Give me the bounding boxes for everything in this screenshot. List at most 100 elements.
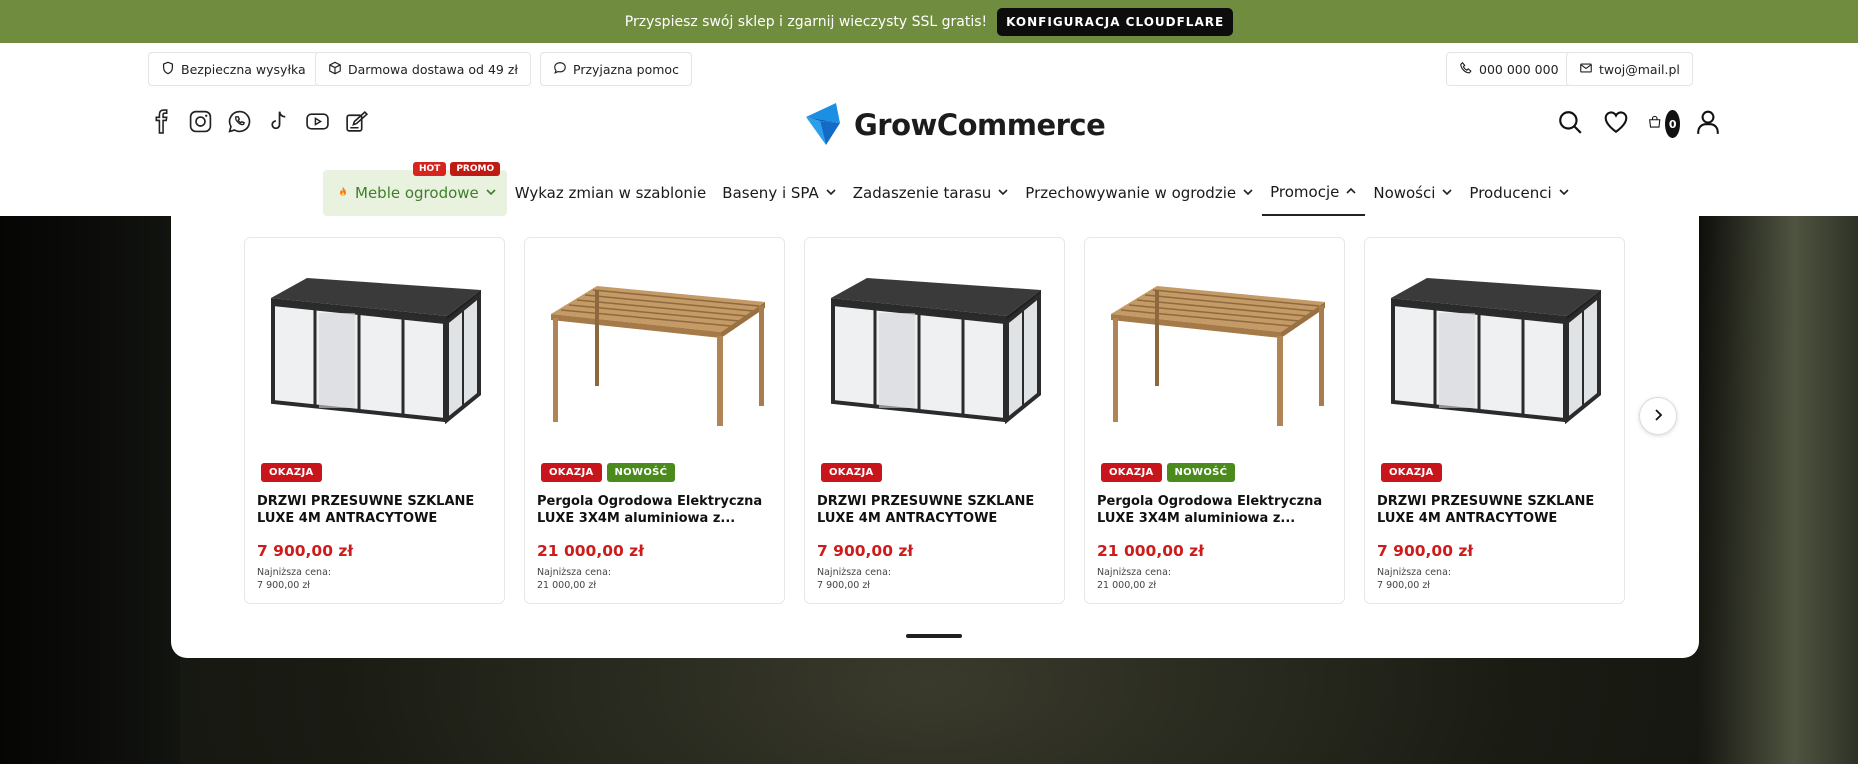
instagram-icon[interactable] — [187, 108, 213, 134]
phone-link[interactable]: 000 000 000 — [1446, 52, 1572, 86]
nav-label-przechowywanie: Przechowywanie w ogrodzie — [1025, 184, 1237, 202]
shield-icon — [161, 61, 175, 78]
secure-shipping-label: Bezpieczna wysyłka — [181, 61, 306, 77]
cloudflare-config-button[interactable]: KONFIGURACJA CLOUDFLARE — [997, 7, 1234, 36]
product-card[interactable]: OKAZJA NOWOŚĆ Pergola Ogrodowa Elektrycz… — [1084, 237, 1345, 604]
nowosc-badge: NOWOŚĆ — [1166, 463, 1236, 482]
email-address: twoj@mail.pl — [1599, 61, 1680, 77]
tiktok-icon[interactable] — [265, 108, 291, 134]
lowest-price-value: 7 900,00 zł — [1377, 580, 1431, 591]
product-image-glass-enclosure[interactable] — [1379, 268, 1611, 428]
nav-item-przechowywanie[interactable]: Przechowywanie w ogrodzie — [1017, 170, 1262, 216]
carousel-pagination-indicator[interactable] — [906, 634, 962, 638]
lowest-price-value: 7 900,00 zł — [257, 580, 311, 591]
nav-label-nowosci: Nowości — [1373, 184, 1436, 202]
chevron-down-icon — [1558, 184, 1570, 202]
nav-label-zadaszenie-tarasu: Zadaszenie tarasu — [852, 184, 992, 202]
lowest-price-label: Najniższa cena: — [817, 567, 892, 578]
nowosc-badge: NOWOŚĆ — [606, 463, 676, 482]
chevron-right-icon — [1651, 407, 1665, 426]
okazja-badge: OKAZJA — [1381, 463, 1442, 482]
secure-shipping-badge: Bezpieczna wysyłka — [148, 52, 319, 86]
nav-item-zadaszenie-tarasu[interactable]: Zadaszenie tarasu — [845, 170, 1018, 216]
nav-item-meble-ogrodowe[interactable]: HOT PROMO Meble ogrodowe — [323, 162, 507, 216]
whatsapp-icon[interactable] — [226, 108, 252, 134]
wishlist-heart-icon[interactable] — [1602, 108, 1630, 136]
phone-icon — [1459, 61, 1473, 78]
product-title[interactable]: Pergola Ogrodowa Elektryczna LUXE 3X4M a… — [1097, 493, 1337, 527]
promo-text: Przyspiesz swój sklep i zgarnij wieczyst… — [624, 13, 988, 30]
okazja-badge: OKAZJA — [261, 463, 322, 482]
chat-bubble-icon — [553, 61, 567, 78]
product-lowest-price: Najniższa cena: 7 900,00 zł — [817, 566, 891, 592]
nav-item-nowosci[interactable]: Nowości — [1365, 170, 1461, 216]
product-lowest-price: Najniższa cena: 21 000,00 zł — [1097, 566, 1171, 592]
header-actions: 0 — [1556, 108, 1722, 138]
lowest-price-label: Najniższa cena: — [257, 567, 332, 578]
facebook-icon[interactable] — [148, 108, 174, 134]
product-image-wood-pergola[interactable] — [1099, 268, 1331, 428]
lowest-price-label: Najniższa cena: — [537, 567, 612, 578]
nav-item-producenci[interactable]: Producenci — [1461, 170, 1577, 216]
cart-icon[interactable]: 0 — [1648, 108, 1680, 138]
product-title[interactable]: DRZWI PRZESUWNE SZKLANE LUXE 4M ANTRACYT… — [257, 493, 497, 527]
chevron-down-icon — [1242, 184, 1254, 202]
blog-icon[interactable] — [343, 108, 369, 134]
chevron-down-icon — [485, 184, 497, 202]
product-price: 21 000,00 zł — [537, 542, 644, 560]
product-image-glass-enclosure[interactable] — [819, 268, 1051, 428]
product-price: 21 000,00 zł — [1097, 542, 1204, 560]
product-lowest-price: Najniższa cena: 21 000,00 zł — [537, 566, 611, 592]
nav-label-producenci: Producenci — [1469, 184, 1552, 202]
promo-badge: PROMO — [450, 162, 501, 176]
site-logo[interactable]: GrowCommerce — [800, 101, 1106, 149]
okazja-badge: OKAZJA — [821, 463, 882, 482]
promo-bar: Przyspiesz swój sklep i zgarnij wieczyst… — [0, 0, 1858, 43]
friendly-help-badge: Przyjazna pomoc — [540, 52, 692, 86]
carousel-next-button[interactable] — [1639, 397, 1677, 435]
product-title[interactable]: DRZWI PRZESUWNE SZKLANE LUXE 4M ANTRACYT… — [1377, 493, 1617, 527]
product-card[interactable]: OKAZJA NOWOŚĆ Pergola Ogrodowa Elektrycz… — [524, 237, 785, 604]
nav-label-baseny-spa: Baseny i SPA — [722, 184, 819, 202]
account-user-icon[interactable] — [1694, 108, 1722, 136]
product-badges: OKAZJA NOWOŚĆ — [541, 463, 676, 482]
chevron-down-icon — [825, 184, 837, 202]
phone-number: 000 000 000 — [1479, 61, 1559, 77]
free-delivery-badge: Darmowa dostawa od 49 zł — [315, 52, 531, 86]
chevron-up-icon — [1345, 183, 1357, 201]
hot-badge: HOT — [413, 162, 447, 176]
hero-left-shade — [0, 216, 180, 764]
youtube-icon[interactable] — [304, 108, 330, 134]
main-navigation: HOT PROMO Meble ogrodowe Wykaz zmian w s… — [323, 162, 1578, 216]
flame-icon — [337, 184, 349, 202]
product-lowest-price: Najniższa cena: 7 900,00 zł — [1377, 566, 1451, 592]
okazja-badge: OKAZJA — [541, 463, 602, 482]
social-links — [148, 108, 369, 134]
product-price: 7 900,00 zł — [1377, 542, 1474, 560]
promocje-dropdown-panel: OKAZJA DRZWI PRZESUWNE SZKLANE LUXE 4M A… — [171, 216, 1699, 658]
product-price: 7 900,00 zł — [257, 542, 354, 560]
product-badges: OKAZJA NOWOŚĆ — [1101, 463, 1236, 482]
okazja-badge: OKAZJA — [1101, 463, 1162, 482]
product-badges: OKAZJA — [1381, 463, 1442, 482]
product-title[interactable]: Pergola Ogrodowa Elektryczna LUXE 3X4M a… — [537, 493, 777, 527]
nav-item-promocje[interactable]: Promocje — [1262, 170, 1366, 216]
product-price: 7 900,00 zł — [817, 542, 914, 560]
product-badges: OKAZJA — [261, 463, 322, 482]
search-icon[interactable] — [1556, 108, 1584, 136]
product-card[interactable]: OKAZJA DRZWI PRZESUWNE SZKLANE LUXE 4M A… — [804, 237, 1065, 604]
nav-item-baseny-spa[interactable]: Baseny i SPA — [714, 170, 844, 216]
product-card[interactable]: OKAZJA DRZWI PRZESUWNE SZKLANE LUXE 4M A… — [1364, 237, 1625, 604]
lowest-price-label: Najniższa cena: — [1097, 567, 1172, 578]
nav-item-wykaz-zmian[interactable]: Wykaz zmian w szablonie — [507, 170, 715, 216]
product-image-wood-pergola[interactable] — [539, 268, 771, 428]
email-link[interactable]: twoj@mail.pl — [1566, 52, 1693, 86]
lowest-price-value: 7 900,00 zł — [817, 580, 871, 591]
logo-mark-icon — [806, 103, 840, 145]
product-title[interactable]: DRZWI PRZESUWNE SZKLANE LUXE 4M ANTRACYT… — [817, 493, 1057, 527]
product-card[interactable]: OKAZJA DRZWI PRZESUWNE SZKLANE LUXE 4M A… — [244, 237, 505, 604]
product-image-glass-enclosure[interactable] — [259, 268, 491, 428]
nav-label-meble-ogrodowe: Meble ogrodowe — [355, 184, 479, 202]
cart-count-badge: 0 — [1665, 110, 1680, 138]
nav-badges: HOT PROMO — [413, 162, 501, 176]
